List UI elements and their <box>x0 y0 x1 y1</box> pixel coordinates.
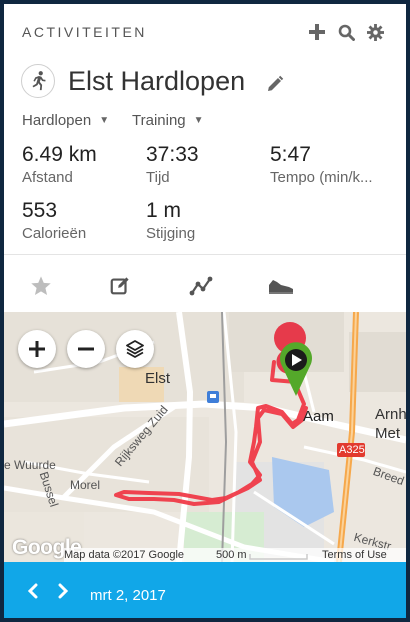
pencil-icon[interactable] <box>266 75 284 93</box>
stat-elevation: 1 m Stijging <box>146 199 276 242</box>
header: ACTIVITEITEN <box>4 4 406 52</box>
activity-title-row: Elst Hardlopen <box>4 60 406 104</box>
divider <box>4 254 406 255</box>
stat-label: Afstand <box>22 169 73 186</box>
zoom-out-button[interactable] <box>67 330 105 368</box>
zoom-in-button[interactable] <box>18 330 56 368</box>
map-label-met: Met <box>375 425 401 442</box>
stat-label: Tempo (min/k... <box>270 169 373 186</box>
stat-value: 1 m <box>146 199 182 222</box>
stat-time: 37:33 Tijd <box>146 143 276 186</box>
map-label-elst: Elst <box>145 370 171 387</box>
star-icon[interactable] <box>29 274 53 298</box>
footer-bar: mrt 2, 2017 <box>4 562 406 618</box>
terms-link[interactable]: Terms of Use <box>322 549 387 561</box>
stat-value: 553 <box>22 199 58 222</box>
map-label-morel: Morel <box>70 478 101 492</box>
map-label-aam: Aam <box>303 408 334 425</box>
activity-type-dropdown[interactable]: Hardlopen ▼ <box>22 112 109 129</box>
chart-icon[interactable] <box>189 274 213 298</box>
stat-value: 37:33 <box>146 143 199 166</box>
stat-distance: 6.49 km Afstand <box>22 143 152 186</box>
gear-icon[interactable] <box>365 22 385 42</box>
map-label-a325: A325 <box>339 444 365 456</box>
activity-date: mrt 2, 2017 <box>90 587 166 604</box>
activity-type-label: Hardlopen <box>22 112 92 129</box>
page-title: ACTIVITEITEN <box>22 24 147 40</box>
event-type-label: Training <box>132 112 186 129</box>
event-type-dropdown[interactable]: Training ▼ <box>132 112 204 129</box>
search-icon[interactable] <box>336 22 356 42</box>
plus-icon[interactable] <box>307 22 327 42</box>
map-label-arnh: Arnh <box>375 406 406 423</box>
stat-label: Stijging <box>146 225 196 242</box>
map-scale: 500 m <box>216 549 247 561</box>
map-tiles <box>4 312 406 562</box>
layers-icon[interactable] <box>116 330 154 368</box>
runner-icon <box>21 64 55 98</box>
activity-title: Elst Hardlopen <box>68 66 246 96</box>
shoe-icon[interactable] <box>266 274 296 298</box>
stat-pace: 5:47 Tempo (min/k... <box>270 143 400 186</box>
stat-value: 5:47 <box>270 143 311 166</box>
map-attribution: Map data ©2017 Google <box>64 549 185 561</box>
map-attribution-bar: Map data ©2017 Google 500 m Terms of Use <box>64 548 406 562</box>
prev-arrow-icon[interactable] <box>24 582 40 600</box>
stat-calories: 553 Calorieën <box>22 199 152 242</box>
app-frame: ACTIVITEITEN Elst Hardlopen Hardlopen ▼ … <box>4 4 406 618</box>
route-map[interactable]: Elst Aam Arnh Met A325 Rijksweg Zuid e W… <box>4 312 406 562</box>
edit-icon[interactable] <box>108 274 132 298</box>
stat-value: 6.49 km <box>22 143 97 166</box>
next-arrow-icon[interactable] <box>56 582 72 600</box>
caret-down-icon: ▼ <box>193 115 204 126</box>
caret-down-icon: ▼ <box>99 115 110 126</box>
activity-tabs <box>4 266 406 306</box>
stat-label: Tijd <box>146 169 170 186</box>
stat-label: Calorieën <box>22 225 87 242</box>
